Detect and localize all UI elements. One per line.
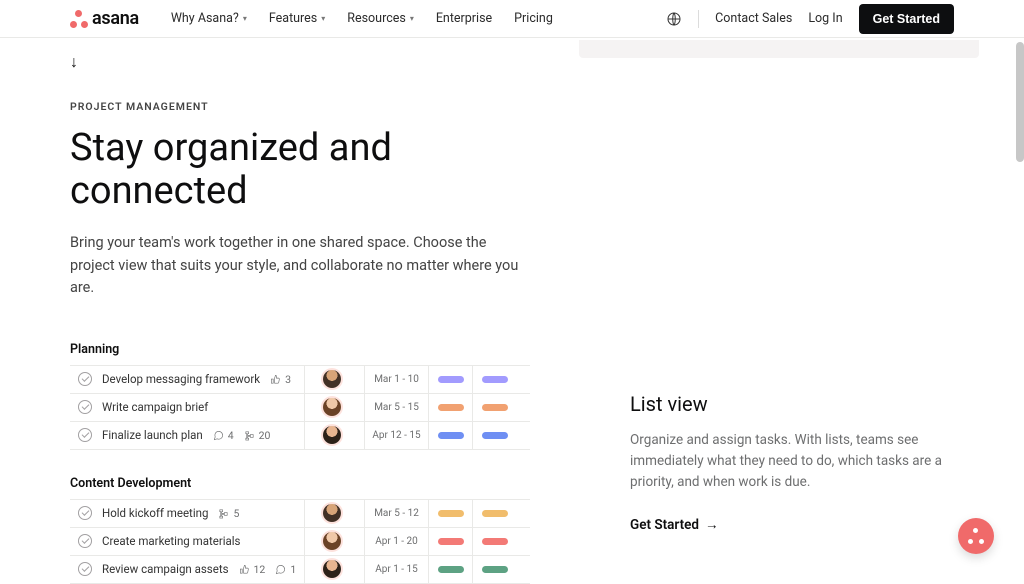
contact-sales-link[interactable]: Contact Sales xyxy=(715,11,792,26)
group-label: Planning xyxy=(70,342,530,357)
nav-right: Contact Sales Log In Get Started xyxy=(666,4,954,34)
nav-links: Why Asana?▾ Features▾ Resources▾ Enterpr… xyxy=(171,11,553,26)
task-title: Review campaign assets xyxy=(102,562,229,576)
group-label: Content Development xyxy=(70,476,530,491)
task-title: Develop messaging framework xyxy=(102,372,260,386)
likes-stat: 3 xyxy=(270,373,291,386)
brand-word: asana xyxy=(92,8,139,29)
check-circle-icon[interactable] xyxy=(78,562,92,576)
task-title: Create marketing materials xyxy=(102,534,241,548)
status-pill xyxy=(482,566,508,573)
get-started-link[interactable]: Get Started → xyxy=(630,517,718,533)
status-pill xyxy=(482,404,508,411)
asana-logo-icon xyxy=(967,527,985,545)
status-pill xyxy=(482,432,508,439)
right-column: List view Organize and assign tasks. Wit… xyxy=(630,72,950,584)
subcopy: Bring your team's work together in one s… xyxy=(70,232,525,299)
subtask-icon xyxy=(244,430,255,441)
assignee-avatar[interactable] xyxy=(323,504,341,522)
task-row[interactable]: Hold kickoff meeting 5 Mar 5 - 12 xyxy=(70,500,530,528)
help-fab[interactable] xyxy=(958,518,994,554)
arrow-right-icon: → xyxy=(705,517,719,533)
task-date: Apr 1 - 15 xyxy=(364,556,428,583)
task-date: Apr 12 - 15 xyxy=(364,422,428,449)
nav-features[interactable]: Features▾ xyxy=(269,11,325,26)
chat-bubble-icon xyxy=(213,430,224,441)
subtask-icon xyxy=(218,508,229,519)
task-row[interactable]: Create marketing materials Apr 1 - 20 xyxy=(70,528,530,556)
task-date: Apr 1 - 20 xyxy=(364,528,428,555)
task-date: Mar 5 - 12 xyxy=(364,500,428,527)
nav-pricing[interactable]: Pricing xyxy=(514,11,553,26)
cta-link-label: Get Started xyxy=(630,517,699,533)
task-date: Mar 1 - 10 xyxy=(364,366,428,393)
status-pill xyxy=(438,404,464,411)
main-navbar: asana Why Asana?▾ Features▾ Resources▾ E… xyxy=(0,0,1024,38)
status-pill xyxy=(438,432,464,439)
chevron-down-icon: ▾ xyxy=(321,14,325,23)
assignee-avatar[interactable] xyxy=(323,370,341,388)
check-circle-icon[interactable] xyxy=(78,534,92,548)
chevron-down-icon: ▾ xyxy=(410,14,414,23)
task-grid: Hold kickoff meeting5Mar 5 - 12Create ma… xyxy=(70,499,530,584)
nav-divider xyxy=(698,10,699,28)
task-row[interactable]: Finalize launch plan 4 20 Apr 12 - 15 xyxy=(70,422,530,450)
task-row[interactable]: Write campaign brief Mar 5 - 15 xyxy=(70,394,530,422)
left-column: PROJECT MANAGEMENT Stay organized and co… xyxy=(70,72,530,584)
thumbs-up-icon xyxy=(239,564,250,575)
status-pill xyxy=(482,538,508,545)
comments-stat: 4 xyxy=(213,429,234,442)
nav-enterprise[interactable]: Enterprise xyxy=(436,11,492,26)
task-title: Write campaign brief xyxy=(102,400,208,414)
status-pill xyxy=(482,376,508,383)
assignee-avatar[interactable] xyxy=(323,398,341,416)
globe-icon[interactable] xyxy=(666,11,682,27)
eyebrow-label: PROJECT MANAGEMENT xyxy=(70,100,530,113)
asana-logo-icon xyxy=(70,10,88,28)
check-circle-icon[interactable] xyxy=(78,428,92,442)
status-pill xyxy=(482,510,508,517)
main-content: PROJECT MANAGEMENT Stay organized and co… xyxy=(0,72,1024,584)
chevron-down-icon: ▾ xyxy=(243,14,247,23)
demo-panel-decor xyxy=(579,40,979,58)
headline: Stay organized and connected xyxy=(70,127,530,212)
assignee-avatar[interactable] xyxy=(323,532,341,550)
task-title: Finalize launch plan xyxy=(102,428,203,442)
task-title: Hold kickoff meeting xyxy=(102,506,208,520)
check-circle-icon[interactable] xyxy=(78,372,92,386)
status-pill xyxy=(438,376,464,383)
task-row[interactable]: Review campaign assets 12 1 Apr 1 - 15 xyxy=(70,556,530,584)
subtasks-stat: 20 xyxy=(244,429,271,442)
status-pill xyxy=(438,566,464,573)
nav-resources[interactable]: Resources▾ xyxy=(347,11,414,26)
nav-why-asana[interactable]: Why Asana?▾ xyxy=(171,11,247,26)
status-pill xyxy=(438,510,464,517)
task-row[interactable]: Develop messaging framework 3 Mar 1 - 10 xyxy=(70,366,530,394)
brand-logo[interactable]: asana xyxy=(70,8,139,29)
chat-bubble-icon xyxy=(275,564,286,575)
login-link[interactable]: Log In xyxy=(808,11,842,26)
task-grid: Develop messaging framework3Mar 1 - 10Wr… xyxy=(70,365,530,450)
assignee-avatar[interactable] xyxy=(323,560,341,578)
check-circle-icon[interactable] xyxy=(78,400,92,414)
list-view-title: List view xyxy=(630,392,950,416)
assignee-avatar[interactable] xyxy=(323,426,341,444)
likes-stat: 12 xyxy=(239,563,266,576)
thumbs-up-icon xyxy=(270,374,281,385)
get-started-button[interactable]: Get Started xyxy=(859,4,954,34)
status-pill xyxy=(438,538,464,545)
subtasks-stat: 5 xyxy=(218,507,239,520)
check-circle-icon[interactable] xyxy=(78,506,92,520)
list-view-copy: Organize and assign tasks. With lists, t… xyxy=(630,430,950,493)
comments-stat: 1 xyxy=(275,563,296,576)
scrollbar-thumb[interactable] xyxy=(1016,42,1024,162)
task-date: Mar 5 - 15 xyxy=(364,394,428,421)
